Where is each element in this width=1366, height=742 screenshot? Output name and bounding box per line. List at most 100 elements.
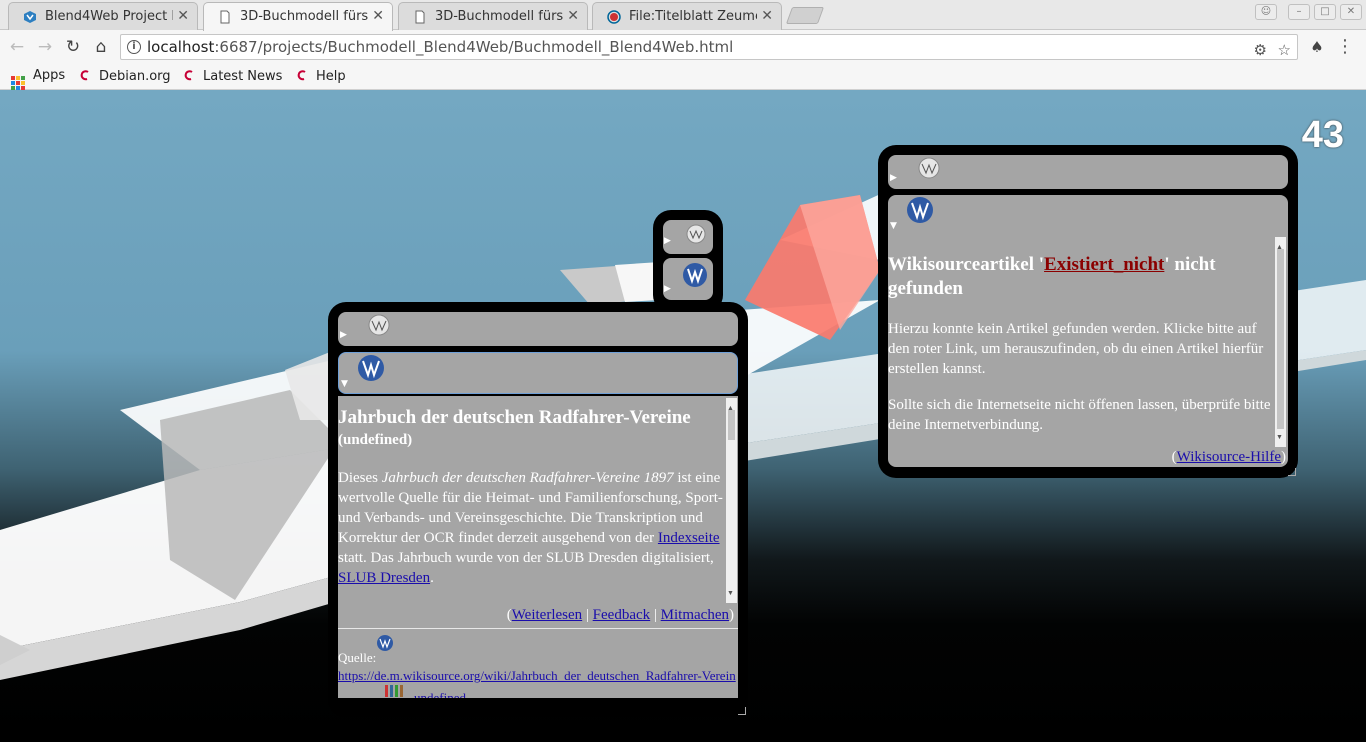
- tab-title: Blend4Web Project M: [45, 9, 173, 24]
- resize-handle[interactable]: [1288, 468, 1296, 476]
- article-scroll-area[interactable]: Jahrbuch der deutschen Radfahrer-Vereine…: [338, 396, 724, 601]
- reload-icon[interactable]: ↻: [62, 36, 84, 58]
- wikisource-hilfe-link[interactable]: Wikisource-Hilfe: [1177, 449, 1281, 465]
- tab-blend4web-project[interactable]: Blend4Web Project M ✕: [8, 2, 198, 30]
- url-host: localhost: [147, 38, 215, 56]
- tab-strip: Blend4Web Project M ✕ 3D-Buchmodell fürs…: [0, 0, 1366, 31]
- scroll-down-icon[interactable]: ▼: [727, 583, 734, 603]
- bookmark-label: Debian.org: [99, 69, 171, 84]
- collapse-triangle-icon: ▼: [890, 221, 897, 231]
- document-icon: [220, 10, 230, 24]
- expand-triangle-icon: ▶: [664, 284, 671, 294]
- wikisource-collapsed-bar[interactable]: ▶: [663, 258, 713, 300]
- bookmark-help[interactable]: Help: [295, 68, 346, 84]
- resize-handle[interactable]: [738, 707, 746, 715]
- wikipedia-collapsed-bar[interactable]: ▶: [663, 220, 713, 254]
- source-undefined-link[interactable]: undefined: [414, 688, 466, 698]
- menu-icon[interactable]: ⋮: [1336, 36, 1354, 57]
- tab-buchmodell-active[interactable]: 3D-Buchmodell fürs B ✕: [203, 2, 393, 31]
- bookmark-label: Help: [316, 69, 346, 84]
- document-icon: [415, 10, 425, 24]
- tab-close-icon[interactable]: ✕: [761, 8, 773, 24]
- tab-title: 3D-Buchmodell fürs B: [435, 9, 563, 24]
- bookmark-label: Latest News: [203, 69, 283, 84]
- apps-grid-icon: [11, 76, 25, 90]
- article-subtitle: (undefined): [338, 432, 413, 448]
- missing-paragraph-1: Hierzu konnte kein Artikel gefunden werd…: [888, 321, 1264, 377]
- tab-title: 3D-Buchmodell fürs B: [240, 9, 368, 24]
- wikipedia-logo-icon: [368, 314, 390, 336]
- article-action-links: (Weiterlesen | Feedback | Mitmachen): [506, 607, 734, 623]
- wikisource-widget: ▶ ▼ Jahrbuch der deutschen Radfahrer-Ver…: [328, 302, 748, 717]
- scrollbar-thumb[interactable]: [728, 410, 735, 440]
- article-title: Jahrbuch der deutschen Radfahrer-Vereine: [338, 407, 691, 428]
- article-paragraph: Dieses Jahrbuch der deutschen Radfahrer-…: [338, 470, 723, 586]
- wikipedia-logo-icon: [918, 157, 940, 179]
- collapse-triangle-icon: ▼: [341, 379, 348, 389]
- tab-title: File:Titelblatt Zeumer: [629, 9, 757, 24]
- forward-icon[interactable]: →: [34, 36, 56, 58]
- minimize-icon[interactable]: –: [1288, 4, 1310, 20]
- tab-close-icon[interactable]: ✕: [567, 8, 579, 24]
- wikisource-article-panel: Jahrbuch der deutschen Radfahrer-Vereine…: [338, 396, 738, 698]
- article-scrollbar[interactable]: ▲ ▼: [726, 398, 737, 603]
- browser-toolbar: ← → ↻ ⌂ i localhost:6687/projects/Buchmo…: [0, 30, 1366, 64]
- wikisource-small-logo-icon: [377, 635, 393, 651]
- existiert-nicht-link[interactable]: Existiert_nicht: [1044, 254, 1164, 275]
- bookmarks-bar: Apps Debian.org Latest News Help: [0, 64, 1366, 90]
- bookmark-apps[interactable]: Apps: [11, 68, 65, 90]
- wikipedia-collapsed-bar[interactable]: ▶: [338, 312, 738, 346]
- divider: [338, 628, 738, 629]
- close-window-icon[interactable]: ✕: [1340, 4, 1362, 20]
- tab-close-icon[interactable]: ✕: [177, 8, 189, 24]
- tab-buchmodell-2[interactable]: 3D-Buchmodell fürs B ✕: [398, 2, 588, 30]
- extension-icon[interactable]: ♠: [1306, 36, 1328, 58]
- weiterlesen-link[interactable]: Weiterlesen: [512, 607, 582, 623]
- missing-article-panel: Wikisourceartikel 'Existiert_nicht' nich…: [888, 237, 1288, 467]
- blend4web-icon: [24, 11, 36, 23]
- feedback-link[interactable]: Feedback: [593, 607, 650, 623]
- debian-swirl-icon: [297, 70, 306, 81]
- scroll-down-icon[interactable]: ▼: [1276, 427, 1283, 447]
- missing-scroll-area[interactable]: Wikisourceartikel 'Existiert_nicht' nich…: [888, 237, 1272, 447]
- wikipedia-collapsed-bar[interactable]: ▶: [888, 155, 1288, 189]
- back-icon[interactable]: ←: [6, 36, 28, 58]
- wikipedia-logo-icon: [686, 224, 706, 244]
- wikisource-barcode-logo-icon: [385, 685, 403, 697]
- missing-article-widget: ▶ ▼ Wikisourceartikel 'Existiert_nicht' …: [878, 145, 1298, 478]
- address-bar[interactable]: i localhost:6687/projects/Buchmodell_Ble…: [120, 34, 1298, 60]
- maximize-icon[interactable]: □: [1314, 4, 1336, 20]
- home-icon[interactable]: ⌂: [90, 36, 112, 58]
- profile-icon[interactable]: ☺: [1255, 4, 1277, 20]
- blocked-content-icon[interactable]: ⚙: [1254, 38, 1267, 62]
- wikisource-logo-icon: [907, 197, 933, 223]
- expand-triangle-icon: ▶: [340, 330, 347, 340]
- bookmark-debian[interactable]: Debian.org: [78, 68, 171, 84]
- small-wiki-widget: ▶ ▶: [653, 210, 723, 313]
- mitmachen-link[interactable]: Mitmachen: [661, 607, 729, 623]
- page-number: 43: [1301, 114, 1344, 156]
- indexseite-link[interactable]: Indexseite: [658, 530, 720, 546]
- url-path: :6687/projects/Buchmodell_Blend4Web/Buch…: [214, 38, 734, 56]
- debian-swirl-icon: [80, 70, 89, 81]
- tab-close-icon[interactable]: ✕: [372, 8, 384, 24]
- info-icon[interactable]: i: [127, 40, 141, 54]
- wikisource-logo-icon: [358, 355, 384, 381]
- bookmark-label: Apps: [33, 68, 66, 83]
- slub-dresden-link[interactable]: SLUB Dresden: [338, 570, 430, 586]
- missing-scrollbar[interactable]: ▲ ▼: [1275, 237, 1286, 447]
- new-tab-button[interactable]: [785, 7, 825, 24]
- debian-swirl-icon: [184, 70, 193, 81]
- bookmark-star-icon[interactable]: ☆: [1278, 38, 1291, 62]
- expand-triangle-icon: ▶: [664, 236, 671, 246]
- wikisource-expanded-bar[interactable]: ▼: [888, 195, 1288, 237]
- scrollbar-thumb[interactable]: [1277, 249, 1284, 429]
- expand-triangle-icon: ▶: [890, 173, 897, 183]
- missing-paragraph-2: Sollte sich die Internetseite nicht öffe…: [888, 397, 1271, 433]
- blend4web-canvas[interactable]: 43 ▶ ▶ ▶ ▼ Jahrbuch der deutschen Radfah…: [0, 90, 1366, 742]
- missing-title: Wikisourceartikel 'Existiert_nicht' nich…: [888, 254, 1216, 299]
- tab-titelblatt-file[interactable]: File:Titelblatt Zeumer ✕: [592, 2, 782, 30]
- bookmark-latest-news[interactable]: Latest News: [182, 68, 282, 84]
- wikisource-expanded-bar[interactable]: ▼: [338, 352, 738, 394]
- help-link-line: (Wikisource-Hilfe): [1171, 449, 1286, 465]
